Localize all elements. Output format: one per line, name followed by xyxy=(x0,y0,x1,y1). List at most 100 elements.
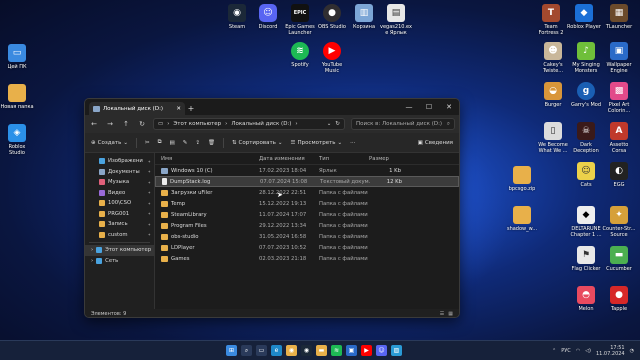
sidebar-item[interactable]: › Этот компьютер xyxy=(85,245,154,256)
desktop-icon-melon[interactable]: ◓ Melon xyxy=(569,286,603,312)
tiles-view-icon[interactable]: ▦ xyxy=(448,311,453,317)
sidebar-item[interactable]: Изображени ✦ xyxy=(85,156,154,167)
desktop-icon-flag-clicker[interactable]: ⚑ Flag Clicker xyxy=(569,246,603,272)
desktop-icon-dark-deception[interactable]: ☠ Dark Deception xyxy=(569,122,603,154)
language-indicator[interactable]: РУС xyxy=(561,348,571,354)
desktop-icon-assetto[interactable]: A Assetto Corsa xyxy=(602,122,636,154)
copy-icon[interactable]: ⧉ xyxy=(158,139,162,146)
table-row[interactable]: Temp 15.12.2022 19:13 Папка с файлами xyxy=(155,198,459,209)
desktop-icon-egg[interactable]: ◐ EGG xyxy=(602,162,636,188)
view-button[interactable]: ☰ Просмотреть ⌄ xyxy=(291,140,343,146)
desktop-icon-cucumber[interactable]: ▬ Cucumber xyxy=(602,246,636,272)
task-view-icon[interactable]: ▭ xyxy=(256,345,267,356)
desktop-icon-this-pc[interactable]: ▭ Цей ПК xyxy=(0,44,34,70)
table-row[interactable]: Windows 10 (C) 17.02.2023 18:04 Ярлык 1 Kb xyxy=(155,165,459,176)
chevron-right-icon[interactable]: › xyxy=(91,258,93,264)
desktop-icon-garrys[interactable]: g Garry's Mod xyxy=(569,82,603,108)
rename-icon[interactable]: ✎ xyxy=(183,140,188,146)
wifi-icon[interactable]: ◠ xyxy=(576,348,580,354)
start-windows-icon[interactable]: ⊞ xyxy=(226,345,237,356)
sidebar-item[interactable]: › Сеть xyxy=(85,256,154,267)
details-button[interactable]: ▣ Сведения xyxy=(418,140,453,146)
cut-icon[interactable]: ✂ xyxy=(145,140,150,146)
table-row[interactable]: SteamLibrary 11.07.2024 17:07 Папка с файл… xyxy=(155,209,459,220)
desktop-icon-burger[interactable]: ◒ Burger xyxy=(536,82,570,108)
sidebar-item[interactable]: 100\CSO ✦ xyxy=(85,198,154,209)
new-tab-button[interactable]: + xyxy=(185,102,197,115)
tab-local-disk[interactable]: Локальный диск (D:) ✕ xyxy=(89,102,185,115)
desktop-icon-wallpaper[interactable]: ▣ Wallpaper Engine xyxy=(602,42,636,74)
column-name[interactable]: Имя xyxy=(155,156,259,162)
store-icon[interactable]: ▣ xyxy=(346,345,357,356)
desktop-icon-roblox-studio[interactable]: ◈ Roblox Studio xyxy=(0,124,34,156)
notifications-icon[interactable]: ◔ xyxy=(630,348,634,354)
column-size[interactable]: Размер xyxy=(369,156,405,162)
desktop-icon-pixel-art[interactable]: ▩ Pixel Art Colorin... xyxy=(602,82,636,114)
back-arrow-icon[interactable]: ← xyxy=(89,120,99,128)
youtube-music-icon[interactable]: ▶ xyxy=(361,345,372,356)
discord-icon[interactable]: ☺ xyxy=(376,345,387,356)
sidebar-item[interactable]: custom ✦ xyxy=(85,230,154,241)
close-window-button[interactable]: ✕ xyxy=(439,99,459,115)
volume-icon[interactable]: ◁) xyxy=(585,348,591,354)
table-row[interactable]: Program Files 29.12.2022 13:34 Папка с фай… xyxy=(155,220,459,231)
sidebar-item[interactable]: Документы ✦ xyxy=(85,167,154,178)
desktop-icon-discord[interactable]: ☺ Discord xyxy=(251,4,285,30)
desktop-icon-shadow[interactable]: shadow_w... xyxy=(505,206,539,232)
table-row[interactable]: DumpStack.log 07.07.2024 15:08 Текстовый д… xyxy=(155,176,459,187)
details-view-icon[interactable]: ☰ xyxy=(440,311,444,317)
column-date[interactable]: Дата изменения xyxy=(259,156,319,162)
edge-icon[interactable]: e xyxy=(271,345,282,356)
desktop-icon-csgo[interactable]: ✦ Counter-Str... Source xyxy=(602,206,636,238)
minimize-button[interactable]: — xyxy=(399,99,419,115)
table-row[interactable]: LDPlayer 07.07.2023 10:52 Папка с файлами xyxy=(155,242,459,253)
desktop-icon-my-singing[interactable]: ♪ My Singing Monsters xyxy=(569,42,603,74)
spotify-icon[interactable]: ≋ xyxy=(331,345,342,356)
chrome-icon[interactable]: ◉ xyxy=(286,345,297,356)
address-bar[interactable]: ▭ › Этот компьютер › Локальный диск (D:)… xyxy=(153,118,345,130)
delete-icon[interactable]: 🗑 xyxy=(208,140,215,146)
sort-button[interactable]: ⇅ Сортировать ⌄ xyxy=(232,140,283,146)
desktop-icon-tapple[interactable]: ● Tapple xyxy=(602,286,636,312)
chevron-down-icon[interactable]: ⌄ xyxy=(327,121,332,127)
share-icon[interactable]: ⇪ xyxy=(195,140,200,146)
desktop-icon-deltarune[interactable]: ◆ DELTARUNE Chapter 1 ... xyxy=(569,206,603,238)
refresh-icon[interactable]: ↻ xyxy=(335,121,340,127)
desktop-icon-youtube-music[interactable]: ▶ YouTube Music xyxy=(315,42,349,74)
close-tab-icon[interactable]: ✕ xyxy=(176,106,181,112)
desktop-icon-we-become[interactable]: ▯ We Become What We ... xyxy=(536,122,570,154)
photos-icon[interactable]: ▨ xyxy=(391,345,402,356)
desktop-icon-obs[interactable]: ● OBS Studio xyxy=(315,4,349,30)
more-icon[interactable]: ··· xyxy=(350,140,355,146)
clock[interactable]: 17:51 11.07.2024 xyxy=(596,345,625,357)
desktop-icon-roblox-player[interactable]: ◆ Roblox Player xyxy=(567,4,601,30)
desktop-icon-trash[interactable]: ▥ Корзина xyxy=(347,4,381,30)
paste-icon[interactable]: ▤ xyxy=(170,140,175,146)
table-row[interactable]: Games 02.03.2023 21:18 Папка с файлами xyxy=(155,253,459,264)
desktop-icon-cakeys[interactable]: ☻ Cakey's Twiste... xyxy=(536,42,570,74)
desktop-icon-new-folder[interactable]: Новая папка xyxy=(0,84,34,110)
chevron-up-icon[interactable]: ⌃ xyxy=(552,348,556,354)
desktop-icon-bpcsgo[interactable]: bpcsgo.zip xyxy=(505,166,539,192)
table-row[interactable]: Загрузки uFiler 28.12.2022 22:51 Папка с ф… xyxy=(155,187,459,198)
maximize-button[interactable]: ☐ xyxy=(419,99,439,115)
search-icon[interactable]: ⌕ xyxy=(241,345,252,356)
sidebar-item[interactable]: Запись ✦ xyxy=(85,219,154,230)
desktop-icon-epic-games[interactable]: EPIC Epic Games Launcher xyxy=(283,4,317,36)
desktop-icon-cats[interactable]: ☺ Cats xyxy=(569,162,603,188)
explorer-icon[interactable]: ▬ xyxy=(316,345,327,356)
desktop-icon-steam[interactable]: ◉ Steam xyxy=(220,4,254,30)
desktop-icon-tlauncher[interactable]: ▦ TLauncher xyxy=(602,4,636,30)
desktop-icon-vegas[interactable]: ▤ vegas210.exe Ярлык xyxy=(379,4,413,36)
table-row[interactable]: obs-studio 31.05.2024 16:58 Папка с файлам… xyxy=(155,231,459,242)
column-type[interactable]: Тип xyxy=(319,156,369,162)
sidebar-item[interactable]: Музыка ✦ xyxy=(85,177,154,188)
steam-icon[interactable]: ◉ xyxy=(301,345,312,356)
breadcrumb-local-disk[interactable]: Локальный диск (D:) xyxy=(231,121,291,127)
up-arrow-icon[interactable]: ↑ xyxy=(121,120,131,128)
sidebar-item[interactable]: PRG001 ✦ xyxy=(85,209,154,220)
search-input[interactable]: Поиск в: Локальный диск (D:) ⌕ xyxy=(351,118,455,130)
forward-arrow-icon[interactable]: → xyxy=(105,120,115,128)
breadcrumb-this-pc[interactable]: Этот компьютер xyxy=(173,121,221,127)
create-button[interactable]: ⊕ Создать ⌄ xyxy=(91,140,128,146)
